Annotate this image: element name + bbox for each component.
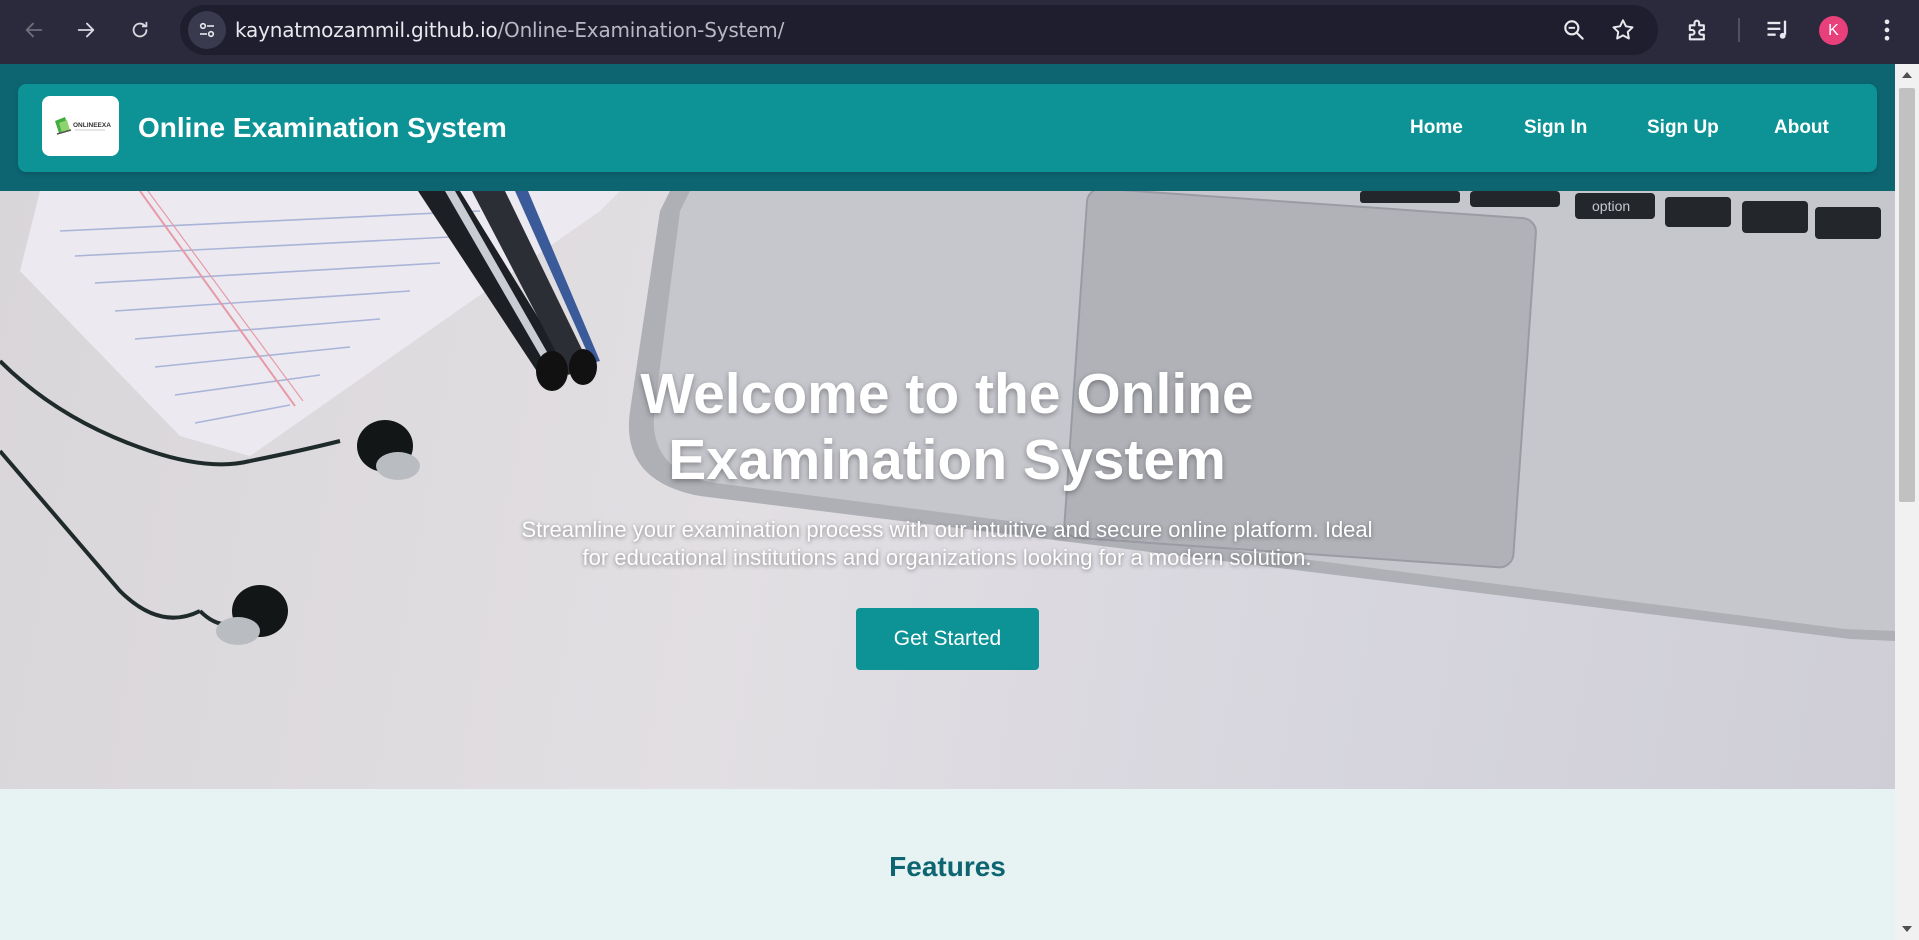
scroll-down-button[interactable] (1895, 918, 1919, 940)
zoom-icon[interactable] (1561, 17, 1587, 43)
scroll-thumb[interactable] (1899, 88, 1915, 502)
forward-icon (77, 22, 95, 38)
address-bar[interactable]: kaynatmozammil.github.io/Online-Examinat… (180, 5, 1658, 55)
nav-link-sign-up[interactable]: Sign Up (1647, 84, 1719, 172)
page-scrollbar[interactable] (1895, 64, 1919, 940)
url-path: /Online-Examination-System/ (497, 18, 785, 42)
profile-avatar[interactable]: K (1819, 16, 1848, 45)
reload-button[interactable] (122, 12, 158, 48)
forward-button[interactable] (68, 12, 104, 48)
get-started-button[interactable]: Get Started (856, 608, 1039, 670)
site-title[interactable]: Online Examination System (138, 84, 507, 172)
media-controls-icon[interactable] (1764, 16, 1792, 44)
nav-link-home[interactable]: Home (1410, 84, 1463, 172)
extensions-icon[interactable] (1684, 16, 1712, 44)
hero-subtitle-line-2: for educational institutions and organiz… (582, 545, 1312, 570)
url-host: kaynatmozammil.github.io (235, 18, 498, 42)
nav-link-about[interactable]: About (1774, 84, 1829, 172)
features-section: Features (0, 789, 1895, 940)
svg-text:ONLINEEXAM: ONLINEEXAM (73, 122, 111, 129)
scroll-up-button[interactable] (1895, 64, 1919, 86)
reload-icon (132, 21, 148, 38)
back-icon (25, 22, 43, 38)
toolbar-divider (1738, 18, 1740, 42)
features-title: Features (889, 851, 1006, 882)
menu-kebab-icon[interactable] (1873, 16, 1901, 44)
hero-title-line-2: Examination System (668, 428, 1226, 492)
hero-title: Welcome to the Online Examination System (447, 361, 1447, 493)
scroll-down-arrow-icon (1902, 926, 1912, 932)
hero-content: Welcome to the Online Examination System … (0, 191, 1895, 789)
site-info-icon (199, 22, 215, 38)
nav-link-sign-in[interactable]: Sign In (1524, 84, 1587, 172)
bookmark-star-icon[interactable] (1610, 17, 1636, 43)
site-logo[interactable]: ONLINEEXAM (42, 96, 119, 156)
hero-subtitle: Streamline your examination process with… (447, 516, 1447, 572)
navbar: ONLINEEXAM Online Examination System Hom… (18, 84, 1877, 172)
site-header: ONLINEEXAM Online Examination System Hom… (0, 64, 1895, 191)
hero-title-line-1: Welcome to the Online (640, 362, 1254, 426)
page-viewport: ONLINEEXAM Online Examination System Hom… (0, 64, 1895, 940)
hero-subtitle-line-1: Streamline your examination process with… (521, 517, 1373, 542)
back-button[interactable] (16, 12, 52, 48)
site-info-button[interactable] (188, 11, 226, 49)
logo-graphic: ONLINEEXAM (54, 117, 111, 135)
url-text[interactable]: kaynatmozammil.github.io/Online-Examinat… (235, 5, 784, 55)
hero-section: option Welcome to the Online Examination … (0, 191, 1895, 789)
browser-toolbar: kaynatmozammil.github.io/Online-Examinat… (0, 0, 1919, 64)
scroll-up-arrow-icon (1902, 72, 1912, 78)
